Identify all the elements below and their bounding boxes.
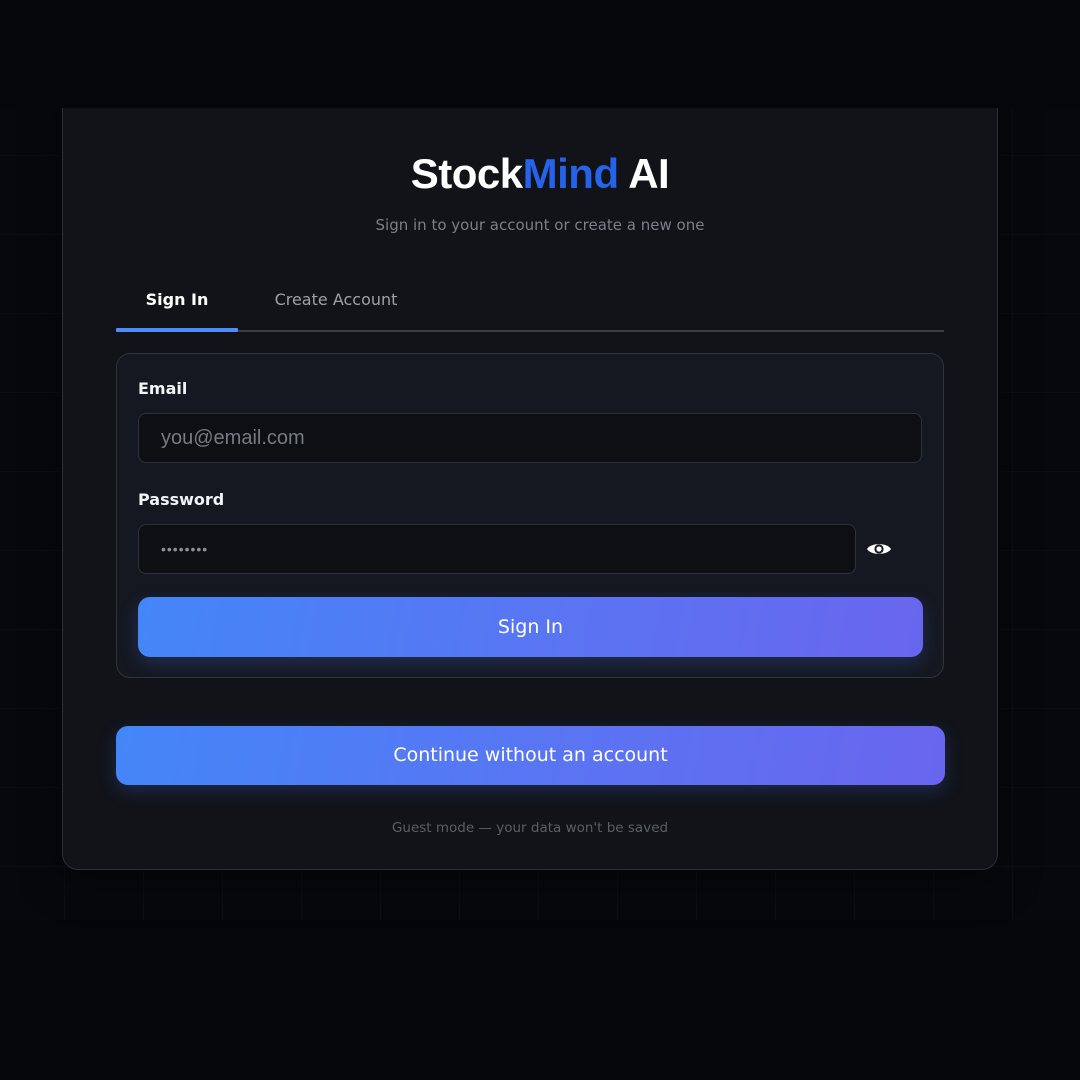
- password-field[interactable]: ••••••••: [138, 524, 856, 574]
- logo-text-mind: Mind: [522, 150, 619, 197]
- logo-text-ai: AI: [618, 150, 670, 197]
- sign-in-button[interactable]: Sign In: [138, 597, 923, 657]
- page: StockMind AI Sign in to your account or …: [0, 0, 1080, 1080]
- continue-as-guest-button[interactable]: Continue without an account: [116, 726, 945, 785]
- eye-icon: [867, 544, 891, 554]
- auth-tabs: Sign In Create Account: [116, 280, 944, 332]
- top-dark-band: [0, 0, 1080, 108]
- app-logo: StockMind AI: [0, 150, 1080, 198]
- password-label: Password: [138, 490, 225, 509]
- email-field[interactable]: [138, 413, 922, 463]
- page-subtitle: Sign in to your account or create a new …: [375, 216, 705, 234]
- show-password-button[interactable]: [862, 533, 896, 565]
- email-label: Email: [138, 379, 188, 398]
- guest-mode-note: Guest mode — your data won't be saved: [391, 820, 669, 836]
- tab-sign-in[interactable]: Sign In: [116, 280, 238, 332]
- tab-create-account[interactable]: Create Account: [266, 280, 406, 330]
- logo-text-stock: Stock: [410, 150, 523, 197]
